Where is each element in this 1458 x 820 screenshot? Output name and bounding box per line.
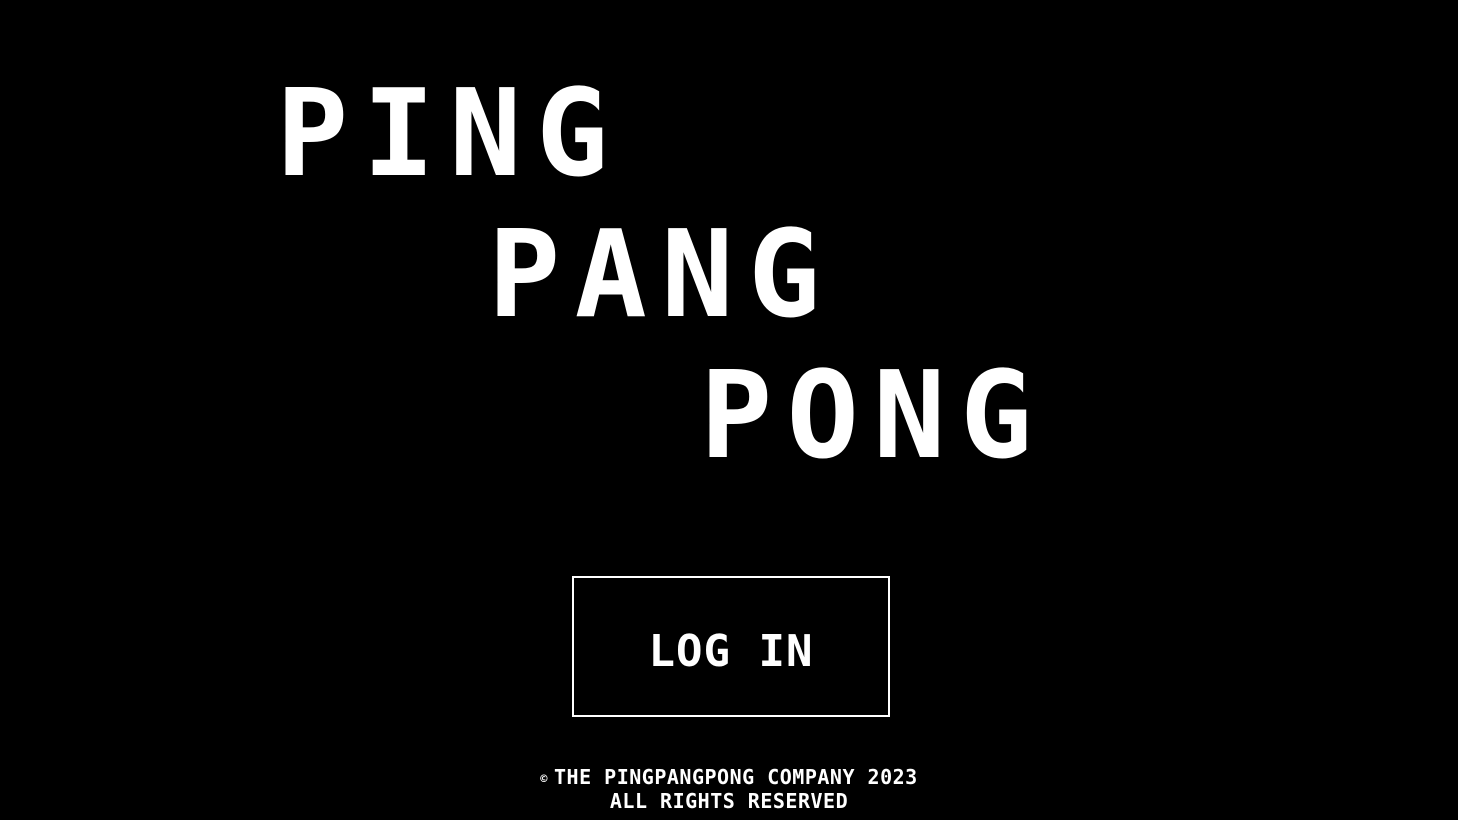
- copyright-icon: ©: [540, 771, 549, 786]
- footer: © THE PINGPANGPONG COMPANY 2023 ALL RIGHT…: [0, 766, 1458, 812]
- footer-company-text: THE PINGPANGPONG COMPANY 2023: [554, 765, 918, 789]
- footer-company-line: © THE PINGPANGPONG COMPANY 2023: [0, 766, 1458, 790]
- footer-rights-line: ALL RIGHTS RESERVED: [609, 788, 849, 813]
- login-button-label: LOG IN: [648, 626, 814, 677]
- login-button[interactable]: LOG IN: [572, 576, 890, 717]
- title-line-pong: PONG: [700, 347, 1047, 486]
- title-line-pang: PANG: [488, 206, 835, 345]
- title-line-ping: PING: [276, 65, 623, 204]
